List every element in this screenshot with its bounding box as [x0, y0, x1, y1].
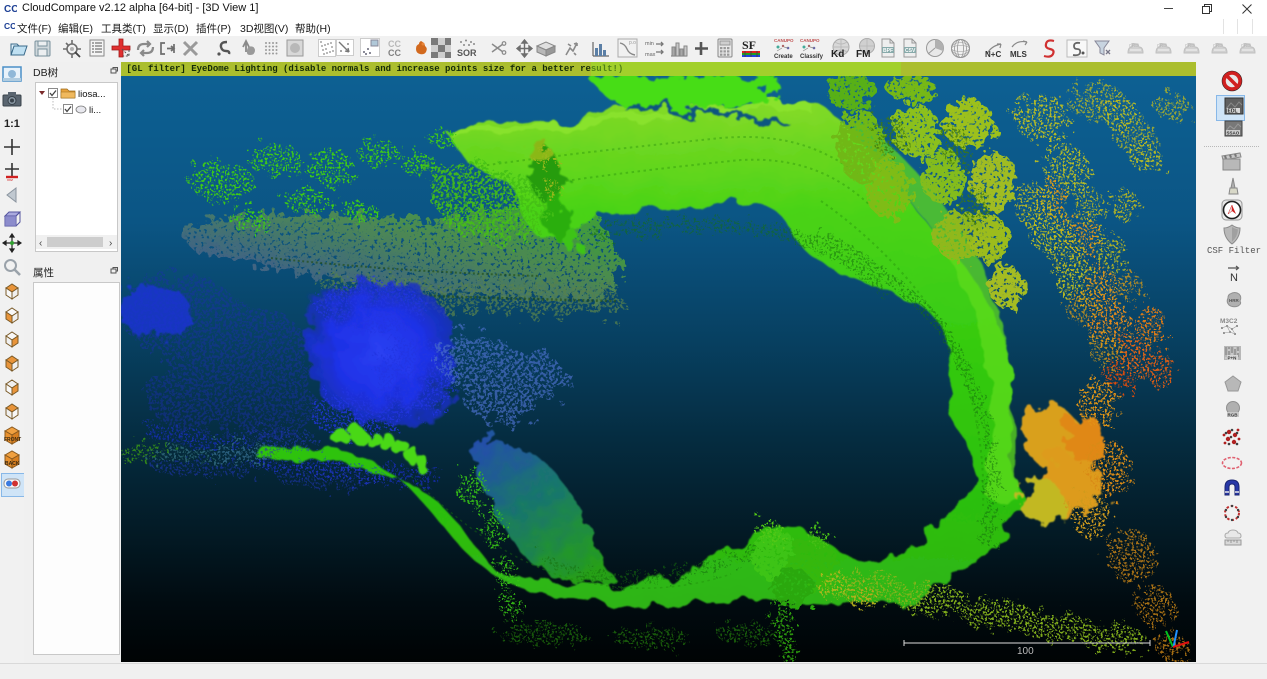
- svg-text:BPF: BPF: [883, 48, 893, 54]
- svg-text:SF: SF: [742, 38, 756, 52]
- svg-text:CANUPO: CANUPO: [774, 38, 794, 43]
- svg-text:100: 100: [1017, 646, 1034, 656]
- svg-text:1:1: 1:1: [4, 118, 20, 130]
- svg-text:CC: CC: [4, 21, 15, 31]
- svg-text:dRb: dRb: [1129, 43, 1138, 49]
- svg-text:CC: CC: [4, 4, 17, 14]
- svg-text:›: ›: [109, 238, 112, 249]
- svg-text:CSV: CSV: [905, 48, 916, 54]
- svg-text:CANUPO: CANUPO: [800, 38, 820, 43]
- svg-text:dRb: dRb: [1241, 43, 1250, 49]
- svg-text:dRb: dRb: [1157, 43, 1166, 49]
- svg-text:M3C2: M3C2: [1220, 318, 1238, 325]
- svg-text:max: max: [645, 52, 656, 58]
- svg-text:N: N: [1230, 272, 1238, 284]
- svg-text:dRb: dRb: [1213, 43, 1222, 49]
- svg-text:N+C: N+C: [985, 50, 1001, 59]
- svg-text:‹: ‹: [39, 238, 42, 249]
- svg-text:Create: Create: [774, 54, 793, 60]
- svg-text:Kd: Kd: [831, 49, 844, 59]
- svg-text:HRR: HRR: [1229, 298, 1239, 303]
- svg-text:P+N: P+N: [1228, 356, 1237, 361]
- svg-text:SSAO: SSAO: [1227, 131, 1240, 136]
- svg-text:liosa...: liosa...: [78, 89, 105, 100]
- svg-text:Classify: Classify: [800, 54, 823, 60]
- svg-text:RGB: RGB: [1228, 413, 1239, 418]
- svg-text:EDL: EDL: [1228, 109, 1238, 115]
- svg-text:min: min: [645, 41, 654, 47]
- svg-text:SOR: SOR: [457, 48, 477, 58]
- svg-text:p.o: p.o: [629, 40, 636, 46]
- svg-text:BACK: BACK: [5, 461, 20, 467]
- svg-text:MLS: MLS: [1010, 50, 1028, 59]
- svg-text:FRONT: FRONT: [4, 437, 21, 443]
- svg-text:FM: FM: [856, 49, 870, 59]
- svg-text:dRb: dRb: [1185, 43, 1194, 49]
- svg-text:xyz: xyz: [7, 177, 13, 181]
- svg-text:CC: CC: [388, 48, 401, 58]
- svg-text:li...: li...: [89, 105, 101, 116]
